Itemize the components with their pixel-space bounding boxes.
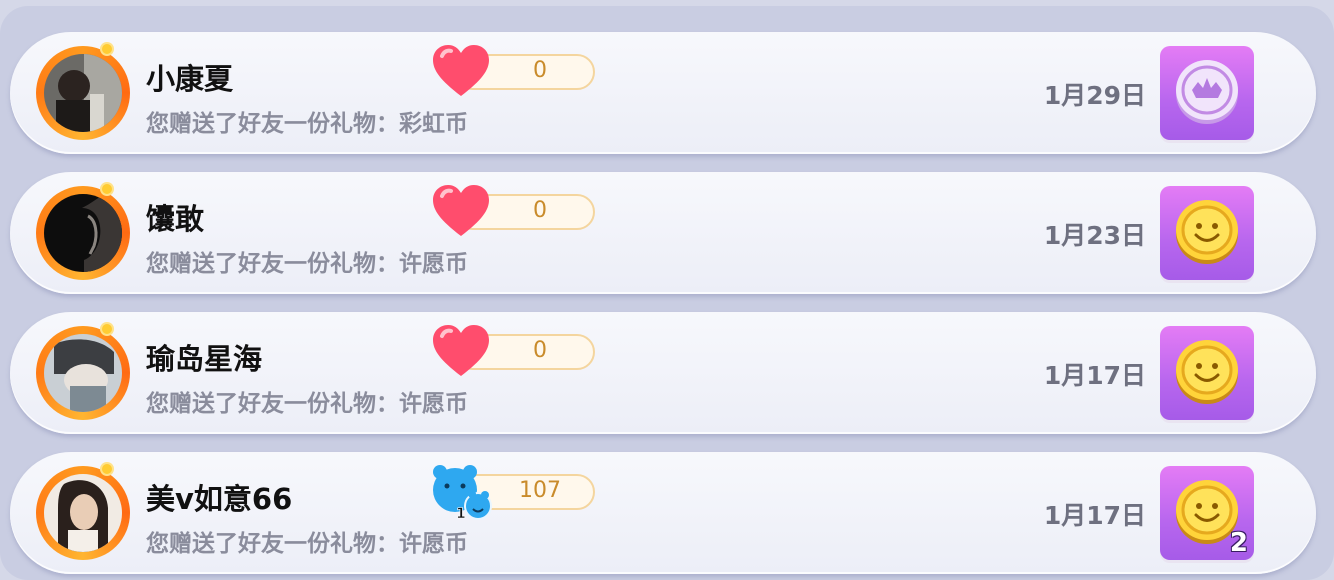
- gift-item-tile[interactable]: 2: [1160, 466, 1254, 560]
- friend-name: 美v如意66: [146, 482, 293, 516]
- avatar: [44, 54, 122, 132]
- gift-item-tile[interactable]: [1160, 186, 1254, 280]
- avatar-frame[interactable]: [36, 324, 130, 420]
- gift-record-row[interactable]: 馕敢 您赠送了好友一份礼物：许愿币 0 1月23日: [10, 172, 1316, 294]
- avatar: [44, 194, 122, 272]
- avatar: [44, 474, 122, 552]
- bear-badge: 1: [456, 506, 466, 522]
- avatar-frame[interactable]: [36, 464, 130, 560]
- heart-icon[interactable]: [430, 42, 492, 100]
- gift-record-row[interactable]: 瑜岛星海 您赠送了好友一份礼物：许愿币 0 1月17日: [10, 312, 1316, 434]
- heart-icon[interactable]: [430, 322, 492, 380]
- gift-item-tile[interactable]: [1160, 326, 1254, 420]
- heart-icon[interactable]: [430, 182, 492, 240]
- gift-description: 您赠送了好友一份礼物：许愿币: [146, 531, 468, 557]
- gift-date: 1月23日: [1043, 221, 1146, 250]
- gift-date: 1月29日: [1043, 81, 1146, 110]
- avatar: [44, 334, 122, 412]
- gift-date: 1月17日: [1043, 361, 1146, 390]
- wish-coin-icon: [1176, 200, 1238, 264]
- gift-item-tile[interactable]: [1160, 46, 1254, 140]
- gift-date: 1月17日: [1043, 501, 1146, 530]
- gift-description: 您赠送了好友一份礼物：彩虹币: [146, 111, 468, 137]
- friend-name: 馕敢: [146, 202, 205, 236]
- rainbow-coin-icon: [1176, 60, 1238, 124]
- friend-name: 瑜岛星海: [146, 342, 263, 376]
- bear-icon[interactable]: 1: [428, 462, 494, 522]
- gift-record-row[interactable]: 美v如意66 您赠送了好友一份礼物：许愿币 107 1 1月17日 2: [10, 452, 1316, 574]
- avatar-frame[interactable]: [36, 44, 130, 140]
- gift-description: 您赠送了好友一份礼物：许愿币: [146, 251, 468, 277]
- gift-record-panel: 小康夏 您赠送了好友一份礼物：彩虹币 0 1月29日 馕敢 您赠送了好友一份礼物…: [0, 6, 1334, 580]
- gift-count: 2: [1229, 528, 1248, 558]
- avatar-frame[interactable]: [36, 184, 130, 280]
- wish-coin-icon: [1176, 340, 1238, 404]
- gift-description: 您赠送了好友一份礼物：许愿币: [146, 391, 468, 417]
- gift-record-row[interactable]: 小康夏 您赠送了好友一份礼物：彩虹币 0 1月29日: [10, 32, 1316, 154]
- friend-name: 小康夏: [146, 62, 234, 96]
